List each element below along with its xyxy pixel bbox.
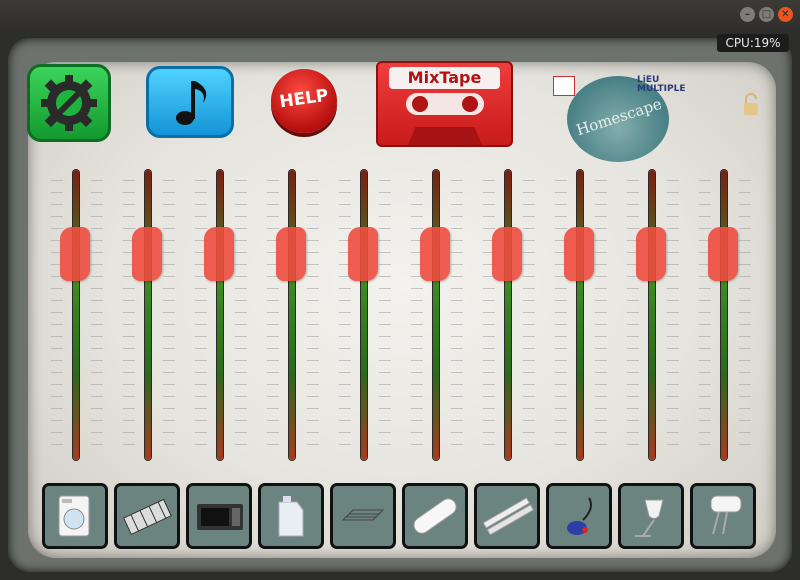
lock-icon[interactable] bbox=[742, 92, 760, 116]
fader-knob[interactable] bbox=[492, 227, 522, 281]
fader-knob[interactable] bbox=[564, 227, 594, 281]
fader-track[interactable] bbox=[721, 170, 727, 460]
fader-knob[interactable] bbox=[60, 227, 90, 281]
sound-pad-6[interactable] bbox=[402, 483, 468, 549]
fader-track[interactable] bbox=[145, 170, 151, 460]
fader-scale-left bbox=[627, 180, 639, 450]
fader-knob[interactable] bbox=[132, 227, 162, 281]
fader-1[interactable] bbox=[47, 170, 107, 460]
fader-knob[interactable] bbox=[708, 227, 738, 281]
cassette-bottom bbox=[408, 127, 482, 145]
fader-9[interactable] bbox=[623, 170, 683, 460]
fader-track[interactable] bbox=[505, 170, 511, 460]
partner-logo bbox=[553, 76, 575, 96]
mixtape-label: MixTape bbox=[389, 67, 500, 89]
fader-scale-right bbox=[379, 180, 391, 450]
cassette-reel-left bbox=[412, 96, 428, 112]
vacuum-cleaner-icon bbox=[567, 497, 592, 535]
wire-rack-icon bbox=[341, 509, 385, 521]
microwave-icon bbox=[197, 504, 243, 530]
cassette-reel-right bbox=[462, 96, 478, 112]
lieu-multiple-logo: LiEU MULTIPLE bbox=[637, 76, 685, 94]
fader-8[interactable] bbox=[551, 170, 611, 460]
fader-track[interactable] bbox=[73, 170, 79, 460]
sound-pad-2[interactable] bbox=[114, 483, 180, 549]
fader-track[interactable] bbox=[289, 170, 295, 460]
maximize-icon[interactable]: □ bbox=[759, 7, 774, 22]
fader-5[interactable] bbox=[335, 170, 395, 460]
music-button[interactable] bbox=[146, 66, 234, 138]
sound-pad-4[interactable] bbox=[258, 483, 324, 549]
fader-track[interactable] bbox=[649, 170, 655, 460]
minimize-icon[interactable]: – bbox=[740, 7, 755, 22]
fader-scale-right bbox=[91, 180, 103, 450]
sound-pad-5[interactable] bbox=[330, 483, 396, 549]
maximize-glyph: □ bbox=[761, 9, 772, 20]
fader-track[interactable] bbox=[577, 170, 583, 460]
cassette-window bbox=[406, 93, 484, 115]
fader-scale-left bbox=[195, 180, 207, 450]
fader-scale-right bbox=[523, 180, 535, 450]
help-label: HELP bbox=[278, 85, 330, 113]
sound-pad-3[interactable] bbox=[186, 483, 252, 549]
fader-knob[interactable] bbox=[420, 227, 450, 281]
fader-3[interactable] bbox=[191, 170, 251, 460]
sound-pad-7[interactable] bbox=[474, 483, 540, 549]
fader-scale-right bbox=[307, 180, 319, 450]
fader-6[interactable] bbox=[407, 170, 467, 460]
cpu-usage-label: CPU:19% bbox=[717, 34, 789, 52]
branding-logos: Homescape LiEU MULTIPLE bbox=[553, 74, 698, 164]
homescape-label: Homescape bbox=[574, 94, 664, 140]
fader-knob[interactable] bbox=[636, 227, 666, 281]
fader-scale-right bbox=[667, 180, 679, 450]
fader-knob[interactable] bbox=[348, 227, 378, 281]
sound-pad-10[interactable] bbox=[690, 483, 756, 549]
fader-track[interactable] bbox=[433, 170, 439, 460]
fader-scale-left bbox=[267, 180, 279, 450]
fader-scale-right bbox=[235, 180, 247, 450]
close-icon[interactable]: ✕ bbox=[778, 7, 793, 22]
settings-wrench-gear-icon bbox=[41, 75, 97, 131]
hand-mixer-icon bbox=[710, 495, 742, 535]
help-button[interactable]: HELP bbox=[271, 69, 337, 133]
fader-scale-right bbox=[163, 180, 175, 450]
fader-scale-right bbox=[739, 180, 751, 450]
fader-knob[interactable] bbox=[204, 227, 234, 281]
fader-scale-left bbox=[123, 180, 135, 450]
sound-pad-1[interactable] bbox=[42, 483, 108, 549]
minimize-glyph: – bbox=[745, 9, 750, 20]
fader-scale-right bbox=[595, 180, 607, 450]
fader-2[interactable] bbox=[119, 170, 179, 460]
close-glyph: ✕ bbox=[781, 9, 790, 20]
music-note-icon bbox=[176, 81, 207, 125]
fader-scale-right bbox=[451, 180, 463, 450]
fader-10[interactable] bbox=[695, 170, 755, 460]
fader-scale-left bbox=[483, 180, 495, 450]
fader-track[interactable] bbox=[361, 170, 367, 460]
bathtub-icon bbox=[413, 498, 457, 534]
fader-track[interactable] bbox=[217, 170, 223, 460]
fader-7[interactable] bbox=[479, 170, 539, 460]
mixtape-button[interactable]: MixTape bbox=[376, 61, 513, 147]
fader-scale-left bbox=[555, 180, 567, 450]
fader-scale-left bbox=[51, 180, 63, 450]
ruler-sticks-icon bbox=[482, 497, 535, 536]
settings-button[interactable] bbox=[27, 64, 111, 142]
wine-glass-icon bbox=[635, 499, 664, 537]
sound-pad-9[interactable] bbox=[618, 483, 684, 549]
fader-scale-left bbox=[411, 180, 423, 450]
window-titlebar[interactable]: – □ ✕ bbox=[0, 0, 800, 30]
fader-4[interactable] bbox=[263, 170, 323, 460]
cutlery-tray-icon bbox=[123, 498, 172, 536]
fader-knob[interactable] bbox=[276, 227, 306, 281]
washing-machine-icon bbox=[58, 495, 90, 537]
fader-scale-left bbox=[339, 180, 351, 450]
fader-scale-left bbox=[699, 180, 711, 450]
multiple-label: MULTIPLE bbox=[637, 84, 686, 94]
plastic-jerrycan-icon bbox=[278, 496, 304, 537]
sound-pad-8[interactable] bbox=[546, 483, 612, 549]
